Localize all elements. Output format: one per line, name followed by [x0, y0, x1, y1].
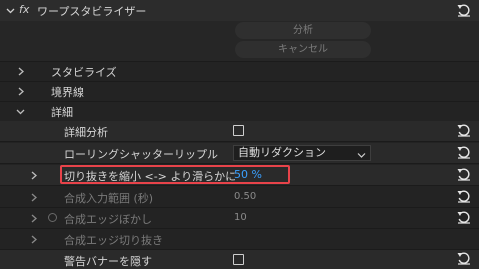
synthesis-input-range-value[interactable]: 0.50 [234, 191, 256, 202]
reset-arrow-icon[interactable] [457, 190, 471, 204]
synthesis-input-range-label: 合成入力範囲 (秒) [64, 192, 154, 205]
chevron-right-icon[interactable] [30, 171, 38, 180]
synthesis-edge-cropping-label: 合成エッジ切り抜き [64, 234, 163, 247]
analyze-button[interactable]: 分析 [235, 22, 371, 39]
chevron-down-icon[interactable] [16, 107, 25, 115]
section-stabilize[interactable]: スタビライズ [0, 61, 479, 82]
hide-warning-banner-checkbox[interactable] [233, 254, 244, 265]
effect-header-row[interactable]: fx ワープスタビライザー [0, 0, 479, 22]
reset-arrow-icon[interactable] [457, 168, 471, 182]
rolling-shutter-select[interactable]: 自動リダクション [233, 145, 371, 161]
rolling-shutter-value: 自動リダクション [238, 146, 326, 159]
detailed-analysis-checkbox[interactable] [233, 125, 244, 136]
reset-arrow-icon[interactable] [457, 211, 471, 225]
section-label-stabilize: スタビライズ [51, 66, 117, 79]
chevron-right-icon[interactable] [30, 214, 38, 223]
synthesis-edge-feather-label: 合成エッジぼかし [64, 213, 152, 226]
reset-arrow-icon[interactable] [457, 146, 471, 160]
detailed-analysis-row: 詳細分析 [0, 121, 479, 142]
rolling-shutter-label: ローリングシャッターリップル [64, 148, 218, 161]
effect-controls-panel: fx ワープスタビライザー 分析 キャンセル スタビライズ 境界線 詳細 詳細分… [0, 0, 479, 269]
section-label-borders: 境界線 [51, 86, 84, 99]
section-label-advanced: 詳細 [51, 106, 73, 119]
chevron-down-icon[interactable] [6, 6, 15, 14]
synthesis-edge-feather-row: 合成エッジぼかし 10 [0, 208, 479, 229]
reset-arrow-icon[interactable] [457, 124, 471, 138]
cancel-row: キャンセル [0, 41, 479, 62]
section-borders[interactable]: 境界線 [0, 81, 479, 102]
highlight-box [60, 165, 290, 184]
chevron-right-icon[interactable] [30, 193, 38, 202]
synthesis-input-range-row: 合成入力範囲 (秒) 0.50 [0, 187, 479, 208]
keyframe-toggle-icon[interactable] [48, 213, 57, 222]
reset-arrow-icon[interactable] [457, 4, 471, 18]
rolling-shutter-row: ローリングシャッターリップル 自動リダクション [0, 143, 479, 164]
chevron-down-icon [357, 149, 366, 163]
effect-title: ワープスタビライザー [37, 5, 147, 18]
analyze-row: 分析 [0, 21, 479, 42]
synthesis-edge-feather-value[interactable]: 10 [234, 212, 247, 223]
fx-badge[interactable]: fx [19, 3, 29, 16]
cancel-button[interactable]: キャンセル [235, 41, 371, 58]
chevron-right-icon[interactable] [17, 87, 25, 96]
section-advanced[interactable]: 詳細 [0, 101, 479, 122]
synthesis-edge-cropping-row: 合成エッジ切り抜き [0, 229, 479, 250]
hide-warning-banner-row: 警告バナーを隠す [0, 250, 479, 269]
reset-arrow-icon[interactable] [457, 252, 471, 266]
chevron-right-icon[interactable] [17, 67, 25, 76]
chevron-right-icon[interactable] [30, 235, 38, 244]
hide-warning-banner-label: 警告バナーを隠す [64, 255, 152, 268]
detailed-analysis-label: 詳細分析 [64, 126, 108, 139]
